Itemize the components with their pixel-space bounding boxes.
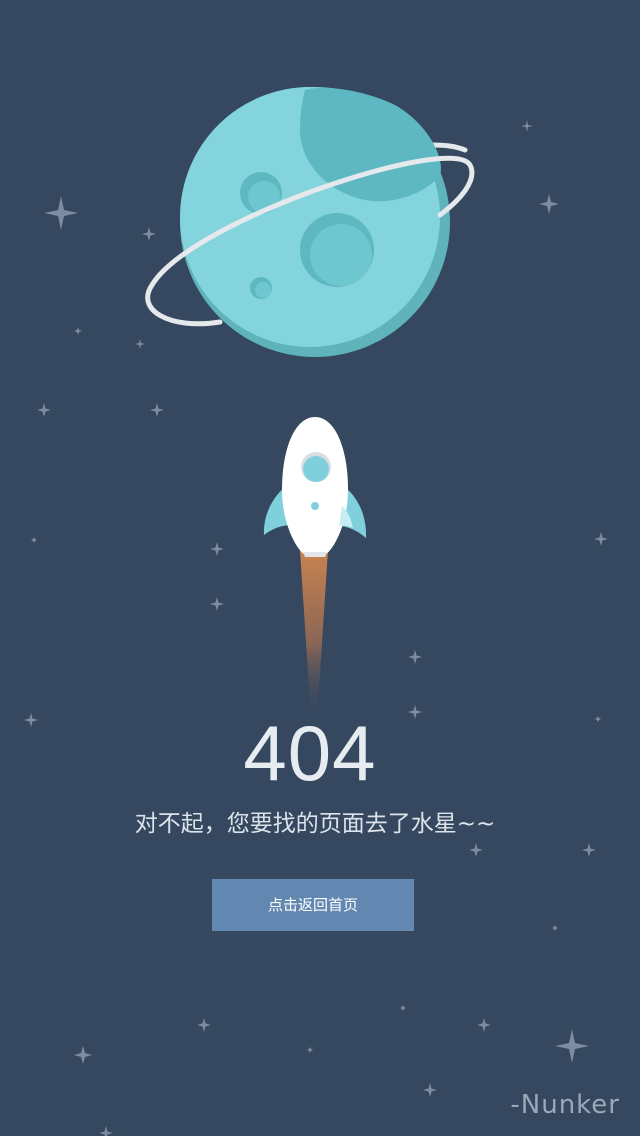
rocket-base <box>303 552 327 557</box>
planet-crater-inner <box>255 282 271 298</box>
star-icon <box>99 1126 113 1136</box>
rocket-icon <box>263 417 367 720</box>
star-icon <box>423 1083 437 1097</box>
star-icon <box>477 1018 491 1032</box>
star-icon <box>74 327 82 335</box>
rocket-window-glass <box>303 456 329 482</box>
star-icon <box>307 1047 313 1053</box>
star-icon <box>210 542 224 556</box>
author-signature: -Nunker <box>510 1090 620 1120</box>
star-icon <box>31 537 37 543</box>
star-icon <box>469 843 483 857</box>
star-icon <box>582 843 596 857</box>
error-page: 404 对不起，您要找的页面去了水星~~ 点击返回首页 -Nunker <box>0 0 640 1136</box>
star-icon <box>400 1005 406 1011</box>
rocket-flame <box>300 550 328 720</box>
star-icon <box>521 120 533 132</box>
rocket-porthole <box>311 502 319 510</box>
planet-with-ring-icon <box>145 87 475 357</box>
error-message: 对不起，您要找的页面去了水星~~ <box>134 811 496 837</box>
star-icon <box>74 1046 92 1064</box>
star-icon <box>539 194 559 214</box>
star-icon <box>408 650 422 664</box>
star-icon <box>44 196 78 230</box>
error-code: 404 <box>243 709 377 797</box>
star-icon <box>552 925 558 931</box>
back-to-home-button[interactable]: 点击返回首页 <box>212 879 414 931</box>
star-icon <box>37 403 51 417</box>
star-icon <box>210 597 224 611</box>
star-icon <box>197 1018 211 1032</box>
planet-crater-inner <box>310 224 372 286</box>
star-icon <box>150 403 164 417</box>
star-icon <box>594 532 608 546</box>
rocket-body <box>282 417 348 555</box>
star-icon <box>555 1029 589 1063</box>
